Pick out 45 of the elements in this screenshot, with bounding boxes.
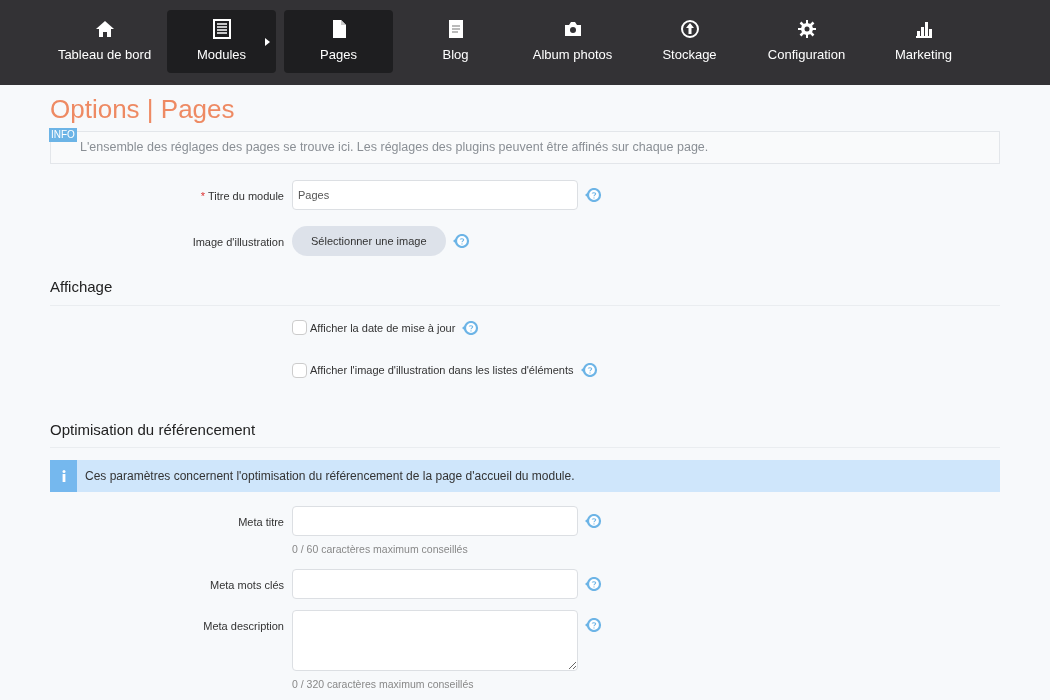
help-icon[interactable] [584,188,602,202]
nav-tab[interactable]: Configuration [752,10,861,73]
section-heading: Affichage [50,276,1000,306]
chart-icon [913,19,934,39]
nav-tab[interactable]: Blog [401,10,510,73]
text-area[interactable] [292,609,578,671]
nav-tab[interactable]: Album photos [518,10,627,73]
list-icon [211,19,232,39]
nav-tab[interactable]: Stockage [635,10,744,73]
info-badge: INFO [49,128,77,142]
required-mark: * [200,190,205,202]
nav-tab[interactable]: Tableau de bord [50,10,159,73]
info-text: L'ensemble des réglages des pages se trouve ici. Les réglages des plugins peuvent être affinés sur chaque page. [80,139,709,157]
hint-text: 0 / 60 caractères maximum conseillés [292,542,469,557]
text-field[interactable] [292,506,578,536]
section-heading: Optimisation du référencement [50,418,1000,448]
alert-text: Ces paramètres concernent l'optimisation du référencement de la page d'accueil du module. [85,468,575,485]
upload-icon [679,19,700,39]
nav-tab[interactable]: Pages [284,10,393,73]
field-label: Meta titre [238,516,284,528]
hint-text: 0 / 320 caractères maximum conseillés [292,676,475,692]
text-field[interactable]: Pages [292,180,578,210]
help-icon[interactable] [584,617,602,632]
checkbox-label: Afficher la date de mise à jour [310,320,456,336]
info-icon [50,460,77,492]
field-label: Meta mots clés [210,578,284,591]
help-icon[interactable] [461,320,480,335]
checkbox[interactable] [292,362,307,378]
help-icon[interactable] [579,363,598,378]
help-icon[interactable] [584,514,602,528]
select-image-button[interactable]: Sélectionner une image [292,226,446,256]
field-label: Image d'illustration [192,236,284,248]
field-label: Titre du module [207,190,284,202]
page-title: Options | Pages [50,93,236,126]
nav-tab[interactable]: Modules [167,10,276,73]
home-icon [94,19,115,39]
checkbox-label: Afficher l'image d'illustration dans les listes d'éléments [310,363,574,378]
gear-icon [796,19,817,39]
text-field[interactable] [292,568,578,599]
camera-icon [562,19,583,39]
checkbox[interactable] [292,320,307,336]
nav-tab[interactable]: Marketing [869,10,978,73]
field-label: Meta description [203,619,284,632]
help-icon[interactable] [584,576,602,591]
help-icon[interactable] [451,234,470,248]
